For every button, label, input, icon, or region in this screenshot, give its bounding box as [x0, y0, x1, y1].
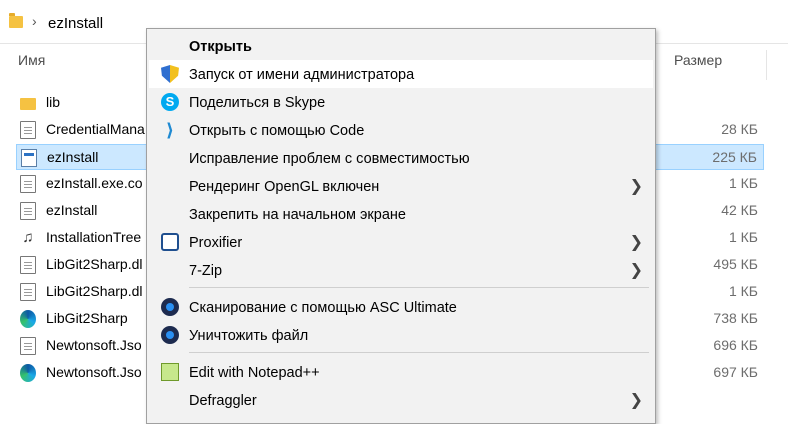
menu-item-opengl[interactable]: Рендеринг OpenGL включен ❯ [149, 172, 653, 200]
config-file-icon [20, 175, 36, 193]
file-name: ezInstall.exe.co [46, 175, 143, 191]
application-icon [21, 149, 37, 167]
menu-item-pin-start[interactable]: Закрепить на начальном экране [149, 200, 653, 228]
menu-item-label: Открыть [189, 39, 252, 55]
menu-separator [189, 287, 649, 288]
file-name: InstallationTree [46, 229, 142, 245]
chevron-right-icon[interactable]: › [32, 13, 37, 29]
file-size: 1 КБ [728, 283, 758, 299]
menu-item-open[interactable]: Открыть [149, 32, 653, 60]
skype-icon: S [161, 93, 179, 111]
submenu-arrow-icon: ❯ [629, 178, 643, 195]
asc-icon [161, 298, 179, 316]
menu-item-label: Рендеринг OpenGL включен [189, 179, 380, 195]
file-size: 696 КБ [713, 337, 758, 353]
breadcrumb-ezinstall[interactable]: ezInstall [48, 15, 103, 32]
document-icon [20, 121, 36, 139]
edge-icon [20, 364, 36, 382]
config-file-icon [20, 283, 36, 301]
file-size: 1 КБ [728, 175, 758, 191]
document-icon [20, 337, 36, 355]
menu-item-share-skype[interactable]: S Поделиться в Skype [149, 88, 653, 116]
file-name: LibGit2Sharp.dl [46, 283, 143, 299]
menu-item-notepadpp[interactable]: Edit with Notepad++ [149, 358, 653, 386]
menu-item-label: Запуск от имени администратора [189, 67, 415, 83]
menu-item-asc-scan[interactable]: Сканирование с помощью ASC Ultimate [149, 293, 653, 321]
folder-icon [20, 98, 36, 110]
file-size: 495 КБ [713, 256, 758, 272]
file-name: lib [46, 94, 61, 110]
menu-item-defraggler[interactable]: Defraggler ❯ [149, 386, 653, 414]
menu-item-run-as-admin[interactable]: Запуск от имени администратора [149, 60, 653, 88]
file-size: 738 КБ [713, 310, 758, 326]
file-name: ezInstall [47, 149, 99, 165]
document-icon [20, 202, 36, 220]
vscode-icon: ⟩ [165, 120, 175, 140]
file-size: 225 КБ [712, 149, 757, 165]
menu-item-label: 7-Zip [189, 263, 223, 279]
menu-item-label: Уничтожить файл [189, 328, 309, 344]
notepad-plus-plus-icon [161, 363, 179, 381]
menu-separator [189, 352, 649, 353]
uac-shield-icon [161, 65, 179, 83]
file-name: LibGit2Sharp.dl [46, 256, 143, 272]
menu-item-open-with-code[interactable]: ⟩ Открыть с помощью Code [149, 116, 653, 144]
note-file-icon: ♫ [22, 229, 34, 246]
folder-icon [9, 13, 23, 28]
column-header-name[interactable]: Имя [18, 52, 45, 78]
menu-item-7zip[interactable]: 7-Zip ❯ [149, 256, 653, 284]
asc-icon [161, 326, 179, 344]
file-size: 697 КБ [713, 364, 758, 380]
menu-item-label: Defraggler [189, 393, 257, 409]
menu-item-label: Proxifier [189, 235, 243, 251]
column-header-size[interactable]: Размер [674, 52, 722, 78]
file-size: 1 КБ [728, 229, 758, 245]
submenu-arrow-icon: ❯ [629, 392, 643, 409]
menu-item-label: Сканирование с помощью ASC Ultimate [189, 300, 457, 316]
file-name: CredentialMana [46, 121, 145, 137]
context-menu: Открыть Запуск от имени администратора S… [146, 28, 656, 424]
file-size: 42 КБ [721, 202, 758, 218]
menu-item-label: Открыть с помощью Code [189, 123, 365, 139]
column-divider[interactable] [766, 50, 767, 80]
menu-item-label: Закрепить на начальном экране [189, 207, 406, 223]
edge-icon [20, 310, 36, 328]
file-size: 28 КБ [721, 121, 758, 137]
file-name: ezInstall [46, 202, 98, 218]
proxifier-icon [161, 233, 179, 251]
menu-item-compat-troubleshoot[interactable]: Исправление проблем с совместимостью [149, 144, 653, 172]
submenu-arrow-icon: ❯ [629, 234, 643, 251]
menu-item-label: Поделиться в Skype [189, 95, 326, 111]
file-name: LibGit2Sharp [46, 310, 128, 326]
menu-item-label: Edit with Notepad++ [189, 365, 320, 381]
menu-item-shred-file[interactable]: Уничтожить файл [149, 321, 653, 349]
submenu-arrow-icon: ❯ [629, 262, 643, 279]
menu-item-proxifier[interactable]: Proxifier ❯ [149, 228, 653, 256]
document-icon [20, 256, 36, 274]
menu-item-label: Исправление проблем с совместимостью [189, 151, 470, 167]
file-name: Newtonsoft.Jso [46, 364, 142, 380]
file-name: Newtonsoft.Jso [46, 337, 142, 353]
